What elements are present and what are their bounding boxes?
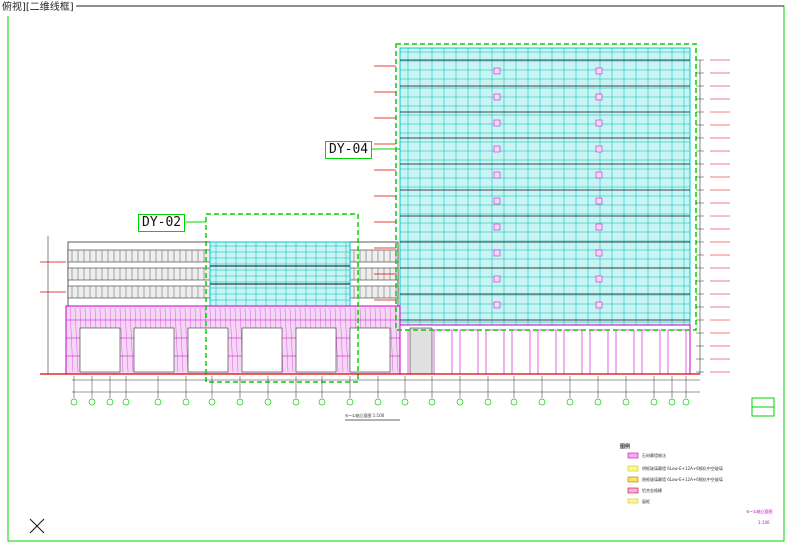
axis-bubble <box>346 398 354 406</box>
axis-bubble <box>88 398 96 406</box>
storefront-opening <box>187 327 229 373</box>
axis-bubble <box>264 398 272 406</box>
axis-bubble <box>236 398 244 406</box>
tower-column-marker <box>595 275 603 283</box>
tower-column-marker <box>493 223 501 231</box>
axis-bubble <box>538 398 546 406</box>
legend-item-4: 铝合金格栅 <box>642 488 662 493</box>
tower-column-marker <box>493 145 501 153</box>
tower-base-opening <box>511 329 531 375</box>
ucs-icon <box>29 518 45 534</box>
legend-title: 图例 <box>620 444 631 450</box>
tower-column-marker <box>493 249 501 257</box>
tower-base-opening <box>667 329 687 375</box>
elevation-drawing[interactable] <box>0 0 800 544</box>
tower-curtain-wall <box>399 47 691 335</box>
axis-bubble <box>70 398 78 406</box>
axis-bubble <box>208 398 216 406</box>
legend-item-2: 明框玻璃幕墙 6Low-E+12A+6钢化中空玻璃 <box>642 466 723 471</box>
axis-bubble <box>318 398 326 406</box>
storefront-opening <box>241 327 283 373</box>
callout-dy02: DY-02 <box>138 214 186 232</box>
legend-item-5: 窗框 <box>642 499 650 504</box>
sheet-scale: 1:100 <box>758 520 770 525</box>
storefront-opening <box>349 327 391 373</box>
tower-base-opening <box>537 329 557 375</box>
axis-bubble <box>401 398 409 406</box>
tower-base-opening <box>433 329 453 375</box>
tower-column-marker <box>493 275 501 283</box>
right-level-marks <box>696 59 730 373</box>
entrance-opening <box>409 327 433 375</box>
axis-bubble <box>510 398 518 406</box>
elevation-title: ⑥~①轴立面图 1:100 <box>345 413 385 418</box>
axis-bubble <box>182 398 190 406</box>
tower-column-marker <box>595 197 603 205</box>
axis-bubble <box>456 398 464 406</box>
axis-bubble <box>122 398 130 406</box>
axis-bubble <box>374 398 382 406</box>
tower-column-marker <box>595 249 603 257</box>
axis-bubble <box>106 398 114 406</box>
tower-column-marker <box>595 223 603 231</box>
axis-bubble <box>594 398 602 406</box>
tower-column-marker <box>595 119 603 127</box>
tower-column-marker <box>493 93 501 101</box>
cad-viewport[interactable]: 俯视][二维线框] DY-04 DY-02 ⑥~①轴立面图 1:100 图例 石… <box>0 0 800 544</box>
tower-column-marker <box>493 301 501 309</box>
tower-column-marker <box>595 93 603 101</box>
tower-column-marker <box>493 197 501 205</box>
tower-base-opening <box>641 329 661 375</box>
tower-column-marker <box>595 145 603 153</box>
axis-bubble <box>650 398 658 406</box>
legend-item-1: 石材幕墙做法 <box>642 453 666 458</box>
tower-column-marker <box>493 119 501 127</box>
tower-base-opening <box>485 329 505 375</box>
tower-base-opening <box>459 329 479 375</box>
storefront-opening <box>133 327 175 373</box>
axis-bubble <box>622 398 630 406</box>
axis-bubble <box>428 398 436 406</box>
tower-column-marker <box>595 171 603 179</box>
axis-bubble <box>682 398 690 406</box>
tower-column-marker <box>493 171 501 179</box>
axis-bubble <box>154 398 162 406</box>
storefront-opening <box>79 327 121 373</box>
legend-item-3: 隐框玻璃幕墙 6Low-E+12A+6钢化中空玻璃 <box>642 477 723 482</box>
axis-bubble <box>668 398 676 406</box>
dy02-curtain-wall <box>209 241 351 307</box>
tower-column-marker <box>595 67 603 75</box>
sheet-title: ⑥~①轴立面图 <box>746 509 773 514</box>
tower-base-opening <box>589 329 609 375</box>
viewport-label[interactable]: 俯视][二维线框] <box>0 0 76 16</box>
storefront-opening <box>295 327 337 373</box>
axis-bubble <box>484 398 492 406</box>
legend-symbols <box>627 452 639 504</box>
tower-column-marker <box>595 301 603 309</box>
tower-base-opening <box>563 329 583 375</box>
tower-base-opening <box>615 329 635 375</box>
tower-column-marker <box>493 67 501 75</box>
axis-bubble <box>292 398 300 406</box>
callout-dy04: DY-04 <box>325 141 373 159</box>
axis-bubble <box>566 398 574 406</box>
axis-dimensions <box>70 376 700 406</box>
